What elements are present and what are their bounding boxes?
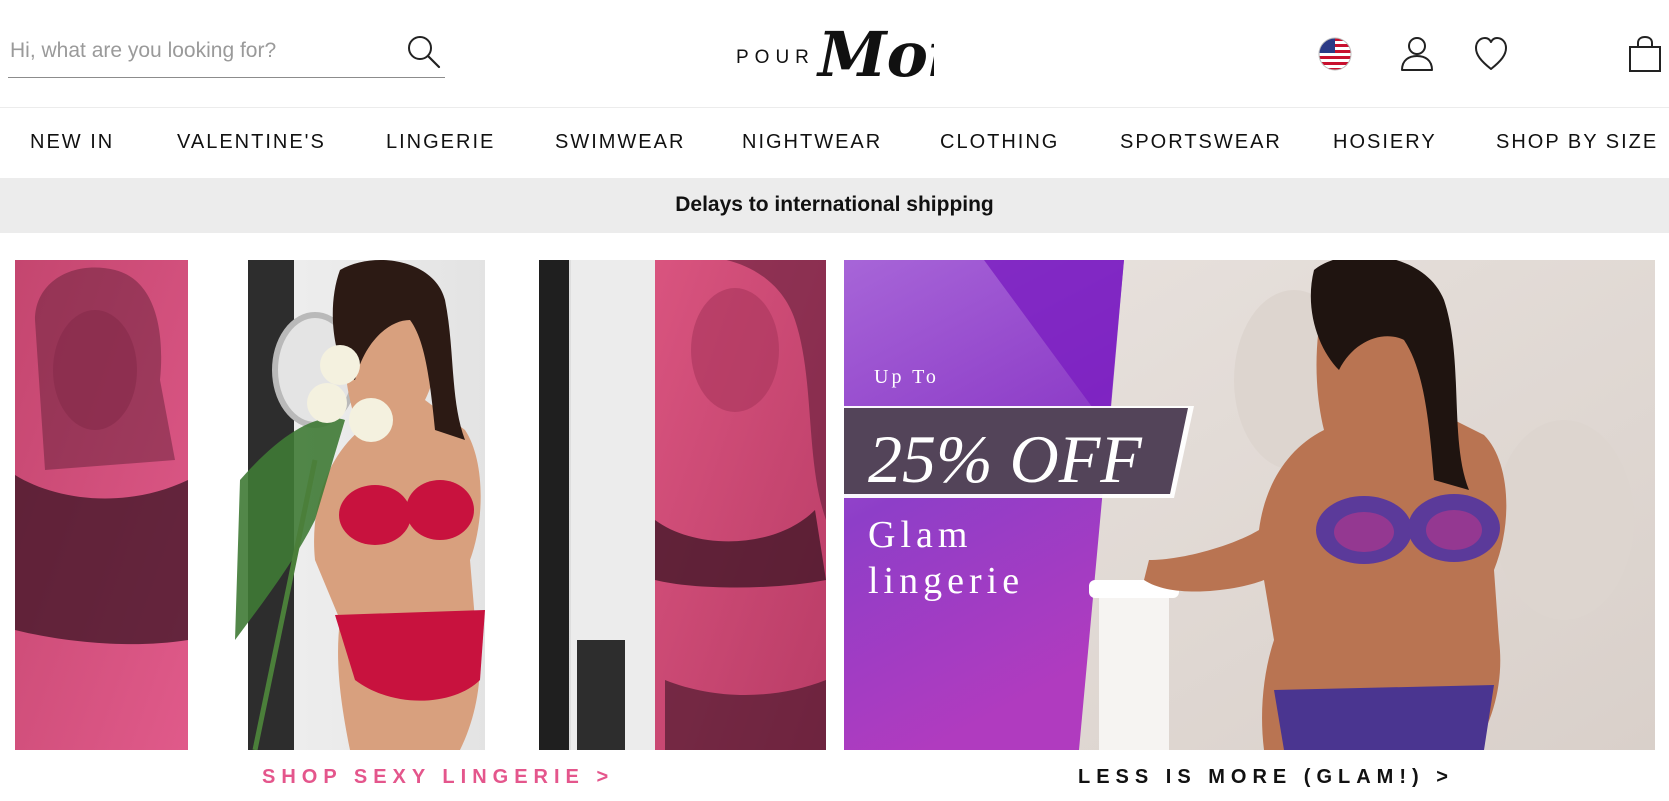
promo-up-to-label: Up To [874,366,939,388]
nav-item-new-in[interactable]: NEW IN [30,131,114,154]
account-icon[interactable] [1397,32,1437,76]
nav-item-swimwear[interactable]: SWIMWEAR [555,131,685,154]
nav-item-lingerie[interactable]: LINGERIE [386,131,495,154]
promo-text-panel: Up To 25% OFF Glam lingerie [844,260,1204,750]
nav-item-hosiery[interactable]: HOSIERY [1333,131,1437,154]
search-icon[interactable] [404,32,444,72]
promo-discount-label: 25% OFF [868,421,1142,497]
shipping-notice-link[interactable]: Delays to international shipping [675,193,994,217]
glam-lingerie-promo-banner[interactable]: Up To 25% OFF Glam lingerie [844,260,1655,750]
pour-moi-logo[interactable]: POUR Moi [734,12,952,94]
search-bar [8,24,445,78]
site-header: POUR Moi [0,0,1669,108]
us-flag-icon[interactable] [1317,32,1353,76]
nav-item-shop-by-size[interactable]: SHOP BY SIZE [1496,131,1658,154]
nav-item-nightwear[interactable]: NIGHTWEAR [742,131,882,154]
logo-script-text: Moi [816,18,934,91]
search-input[interactable] [10,36,390,66]
wishlist-heart-icon[interactable] [1471,32,1511,76]
nav-item-clothing[interactable]: CLOTHING [940,131,1059,154]
logo-small-text: POUR [736,47,815,68]
shopping-bag-icon[interactable] [1625,32,1665,76]
nav-item-sportswear[interactable]: SPORTSWEAR [1120,131,1282,154]
shop-sexy-lingerie-link[interactable]: SHOP SEXY LINGERIE > [262,766,614,789]
less-is-more-glam-link[interactable]: LESS IS MORE (GLAM!) > [1078,766,1454,789]
main-navigation: NEW IN VALENTINE'S LINGERIE SWIMWEAR NIG… [0,109,1669,178]
sexy-lingerie-banner[interactable] [15,260,826,750]
shipping-notice-bar: Delays to international shipping [0,178,1669,233]
nav-item-valentines[interactable]: VALENTINE'S [177,131,326,154]
promo-title: Glam lingerie [868,514,1025,602]
sexy-lingerie-banner-image [15,260,826,750]
